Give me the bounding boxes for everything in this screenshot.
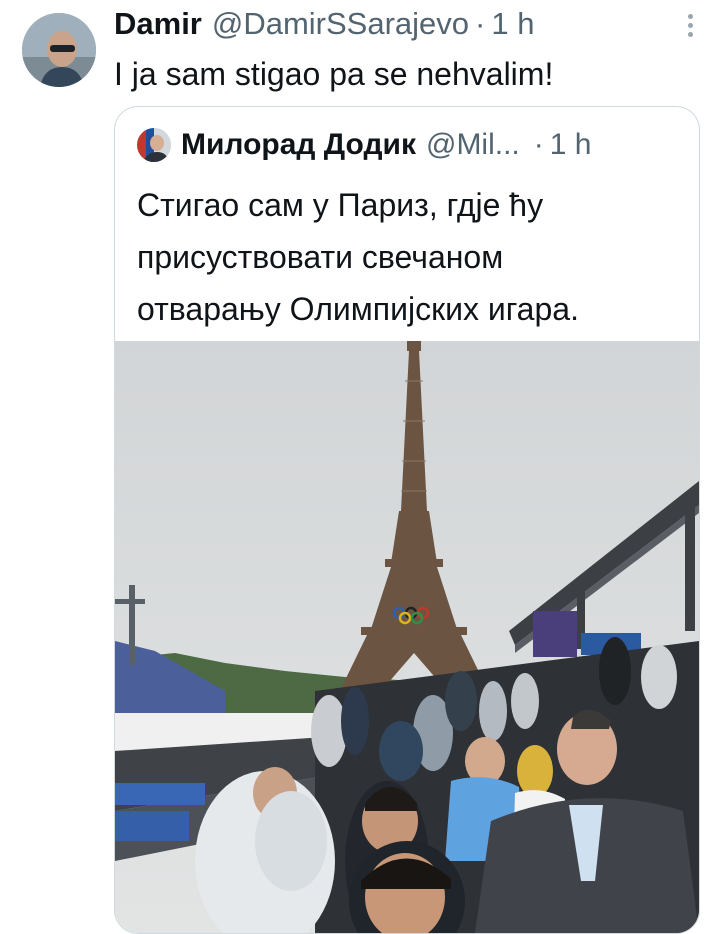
quoted-text-line: присуствовати свечаном <box>137 239 504 275</box>
quoted-author-handle[interactable]: @Mil... <box>426 128 520 162</box>
tweet-text: I ja sam stigao pa se nehvalim! <box>114 56 554 92</box>
tweet-header: Damir @DamirSSarajevo · 1 h <box>114 6 680 46</box>
quoted-text-line: Стигао сам у Париз, гдје ћу <box>137 187 544 223</box>
more-vertical-icon[interactable] <box>680 10 700 44</box>
quoted-tweet-card[interactable]: Милорад Додик @Mil... · 1 h Стигао сам у… <box>114 106 700 934</box>
separator-dot: · <box>475 6 486 41</box>
quoted-text-line: отварању Олимпијских игара. <box>137 291 579 327</box>
quoted-tweet-photo[interactable] <box>115 341 699 933</box>
author-avatar[interactable] <box>22 13 96 87</box>
quoted-tweet-time[interactable]: 1 h <box>550 128 592 162</box>
quoted-author-avatar[interactable] <box>137 128 171 162</box>
tweet-time[interactable]: 1 h <box>491 6 534 42</box>
quoted-author-name[interactable]: Милорад Додик <box>181 128 416 162</box>
quoted-tweet-text: Стигао сам у Париз, гдје ћу присуствоват… <box>137 179 681 335</box>
quoted-tweet-header: Милорад Додик @Mil... · 1 h <box>137 125 679 165</box>
separator-dot: · <box>533 128 544 161</box>
photo-eiffel-tower-stands <box>115 341 699 933</box>
author-handle[interactable]: @DamirSSarajevo <box>212 6 469 42</box>
author-name[interactable]: Damir <box>114 6 202 42</box>
